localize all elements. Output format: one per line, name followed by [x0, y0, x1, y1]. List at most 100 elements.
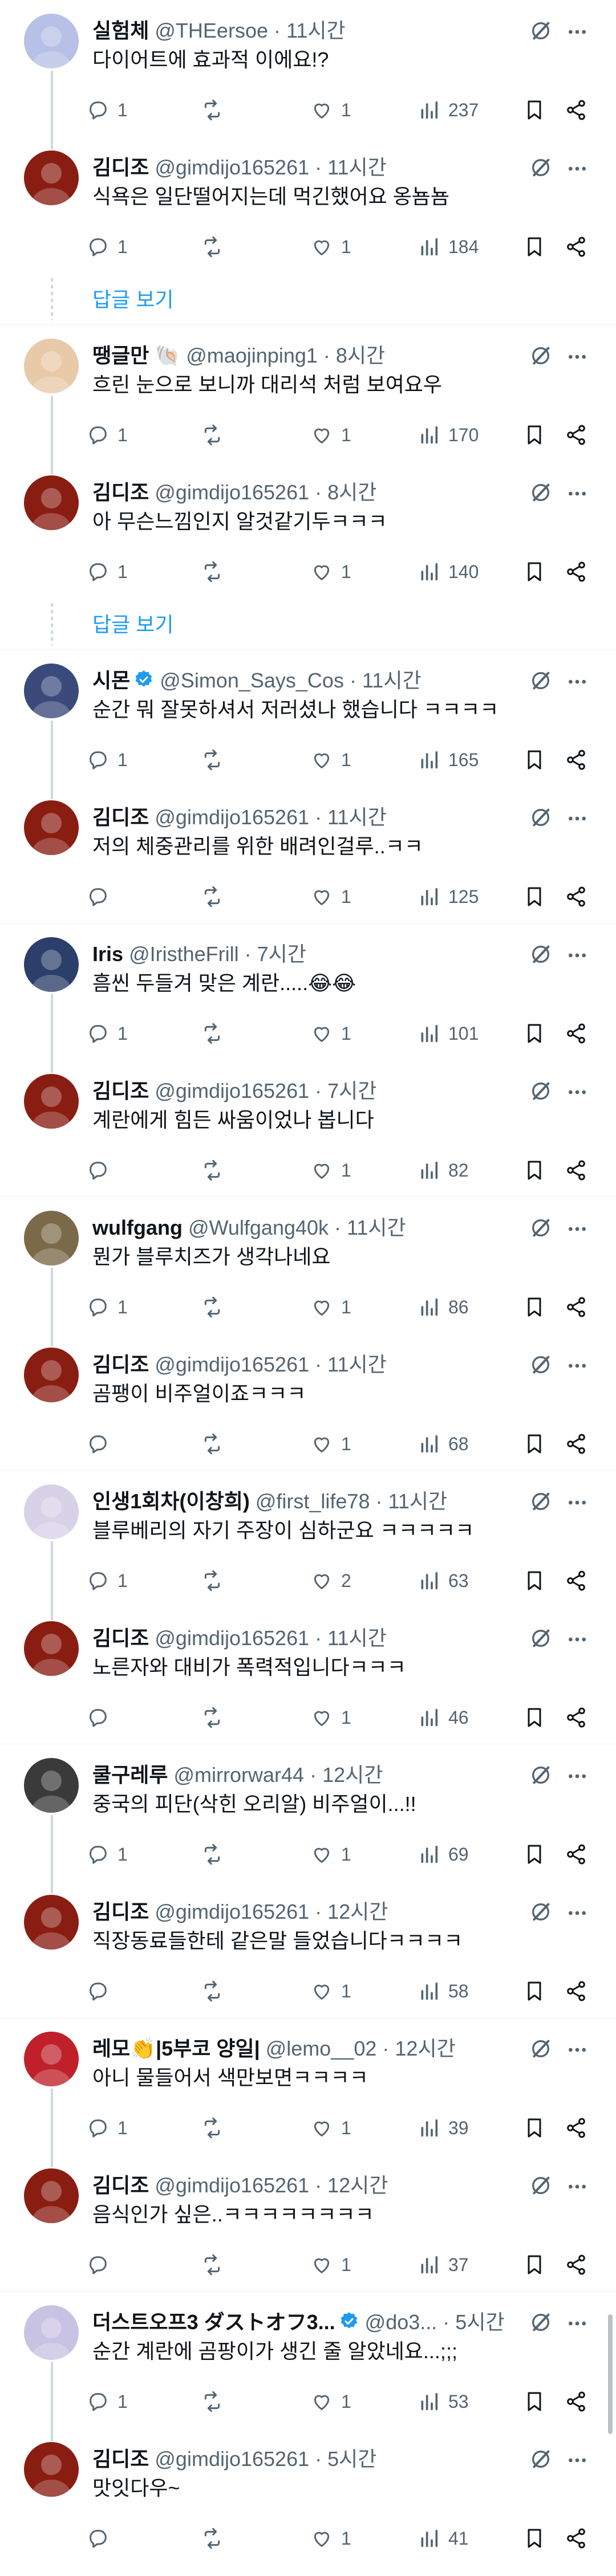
avatar[interactable] — [24, 1895, 79, 1950]
views-button[interactable]: 53 — [418, 2387, 469, 2416]
handle[interactable]: @gimdijo165261 — [155, 1353, 309, 1376]
display-name[interactable]: 김디조 — [92, 1079, 149, 1102]
display-name[interactable]: 김디조 — [92, 481, 149, 504]
views-button[interactable]: 101 — [418, 1019, 479, 1048]
display-name[interactable]: wulfgang — [92, 1216, 183, 1239]
avatar[interactable] — [24, 1211, 79, 1265]
tweet[interactable]: 김디조 @gimdijo165261 · 11시간 식욕은 일단떨어지는데 먹긴했… — [0, 137, 616, 274]
retweet-button[interactable] — [201, 2524, 232, 2553]
display-name[interactable]: 쿨구레루 — [92, 1763, 168, 1786]
reply-button[interactable]: 1 — [87, 1293, 128, 1321]
share-button[interactable] — [565, 2251, 587, 2279]
retweet-button[interactable] — [201, 1156, 232, 1185]
display-name[interactable]: 더스트오프3 ダストオフ3... — [92, 2310, 335, 2334]
bookmark-button[interactable] — [523, 1430, 546, 1458]
reply-button[interactable]: 1 — [87, 421, 128, 449]
more-button[interactable] — [566, 2175, 589, 2202]
reply-button[interactable] — [87, 1156, 117, 1185]
like-button[interactable]: 1 — [310, 96, 351, 124]
timestamp[interactable]: 7시간 — [327, 1079, 376, 1102]
bookmark-button[interactable] — [523, 2251, 546, 2279]
like-button[interactable]: 1 — [310, 2524, 351, 2553]
share-button[interactable] — [565, 1019, 587, 1048]
grok-button[interactable] — [529, 943, 552, 968]
tweet[interactable]: 김디조 @gimdijo165261 · 12시간 음식인가 싶은..ㅋㅋㅋㅋㅋㅋ… — [0, 2155, 616, 2292]
bookmark-button[interactable] — [523, 233, 546, 261]
timestamp[interactable]: 11시간 — [347, 1216, 406, 1239]
share-button[interactable] — [565, 2387, 587, 2416]
tweet[interactable]: 김디조 @gimdijo165261 · 7시간 계란에게 힘든 싸움이었나 봅니… — [0, 1060, 616, 1197]
views-button[interactable]: 165 — [418, 746, 479, 774]
reply-button[interactable]: 1 — [87, 2114, 128, 2142]
timestamp[interactable]: 11시간 — [286, 19, 346, 42]
share-button[interactable] — [565, 557, 587, 586]
views-button[interactable]: 184 — [418, 233, 479, 261]
bookmark-button[interactable] — [523, 2524, 546, 2553]
bookmark-button[interactable] — [523, 1156, 546, 1185]
share-button[interactable] — [565, 421, 587, 449]
more-button[interactable] — [566, 2038, 589, 2065]
grok-button[interactable] — [529, 806, 552, 832]
views-button[interactable]: 58 — [418, 1977, 469, 2005]
views-button[interactable]: 125 — [418, 882, 479, 911]
retweet-button[interactable] — [201, 2114, 232, 2142]
reply-button[interactable]: 1 — [87, 96, 128, 124]
more-button[interactable] — [566, 1218, 589, 1244]
share-button[interactable] — [565, 1840, 587, 1869]
handle[interactable]: @mirrorwar44 — [174, 1763, 305, 1786]
views-button[interactable]: 46 — [418, 1703, 469, 1732]
bookmark-button[interactable] — [523, 557, 546, 586]
retweet-button[interactable] — [201, 882, 232, 911]
tweet[interactable]: 김디조 @gimdijo165261 · 11시간 곰팽이 비주얼이죠ㅋㅋㅋ 1 68 — [0, 1334, 616, 1471]
grok-button[interactable] — [529, 1627, 552, 1653]
reply-button[interactable]: 1 — [87, 1019, 128, 1048]
retweet-button[interactable] — [201, 557, 232, 586]
share-button[interactable] — [565, 1566, 587, 1595]
like-button[interactable]: 1 — [310, 1703, 351, 1732]
share-button[interactable] — [565, 2524, 587, 2553]
avatar[interactable] — [24, 475, 79, 530]
display-name[interactable]: 시몬 — [92, 669, 130, 692]
more-button[interactable] — [566, 1902, 589, 1928]
views-button[interactable]: 68 — [418, 1430, 469, 1458]
bookmark-button[interactable] — [523, 882, 546, 911]
reply-button[interactable] — [87, 2524, 117, 2553]
bookmark-button[interactable] — [523, 1293, 546, 1321]
like-button[interactable]: 1 — [310, 1840, 351, 1869]
more-button[interactable] — [566, 807, 589, 834]
grok-button[interactable] — [529, 2311, 552, 2337]
retweet-button[interactable] — [201, 233, 232, 261]
show-more-replies[interactable]: 답글 보기 — [0, 593, 616, 656]
display-name[interactable]: 김디조 — [92, 1900, 149, 1923]
timestamp[interactable]: 11시간 — [362, 669, 422, 692]
display-name[interactable]: 김디조 — [92, 2174, 149, 2197]
tweet[interactable]: 김디조 @gimdijo165261 · 11시간 저의 체중관리를 위한 배려인… — [0, 787, 616, 923]
tweet[interactable]: wulfgang @Wulfgang40k · 11시간 뭔가 블루치즈가 생각나… — [0, 1197, 616, 1334]
views-button[interactable]: 39 — [418, 2114, 469, 2142]
grok-button[interactable] — [529, 481, 552, 507]
views-button[interactable]: 170 — [418, 421, 479, 449]
retweet-button[interactable] — [201, 1703, 232, 1732]
views-button[interactable]: 237 — [418, 96, 479, 124]
avatar[interactable] — [24, 2032, 79, 2086]
tweet[interactable]: 김디조 @gimdijo165261 · 11시간 노른자와 대비가 폭력적입니다… — [0, 1608, 616, 1744]
avatar[interactable] — [24, 1758, 79, 1813]
more-button[interactable] — [566, 2312, 589, 2339]
bookmark-button[interactable] — [523, 2114, 546, 2142]
display-name[interactable]: 레모👏|5부코 양일| — [92, 2037, 260, 2060]
like-button[interactable]: 1 — [310, 746, 351, 774]
timestamp[interactable]: 5시간 — [455, 2310, 504, 2334]
avatar[interactable] — [24, 1348, 79, 1402]
avatar[interactable] — [24, 14, 79, 68]
display-name[interactable]: 김디조 — [92, 805, 149, 829]
display-name[interactable]: 김디조 — [92, 1626, 149, 1650]
views-button[interactable]: 63 — [418, 1566, 469, 1595]
tweet[interactable]: 레모👏|5부코 양일| @lemo__02 · 12시간 아니 물들어서 색만보면… — [0, 2018, 616, 2155]
like-button[interactable]: 1 — [310, 1977, 351, 2005]
timestamp[interactable]: 8시간 — [327, 481, 376, 504]
bookmark-button[interactable] — [523, 1566, 546, 1595]
show-more-replies-link[interactable]: 답글 보기 — [92, 612, 173, 637]
reply-button[interactable]: 1 — [87, 233, 128, 261]
timestamp[interactable]: 7시간 — [257, 942, 306, 966]
more-button[interactable] — [566, 1628, 589, 1655]
